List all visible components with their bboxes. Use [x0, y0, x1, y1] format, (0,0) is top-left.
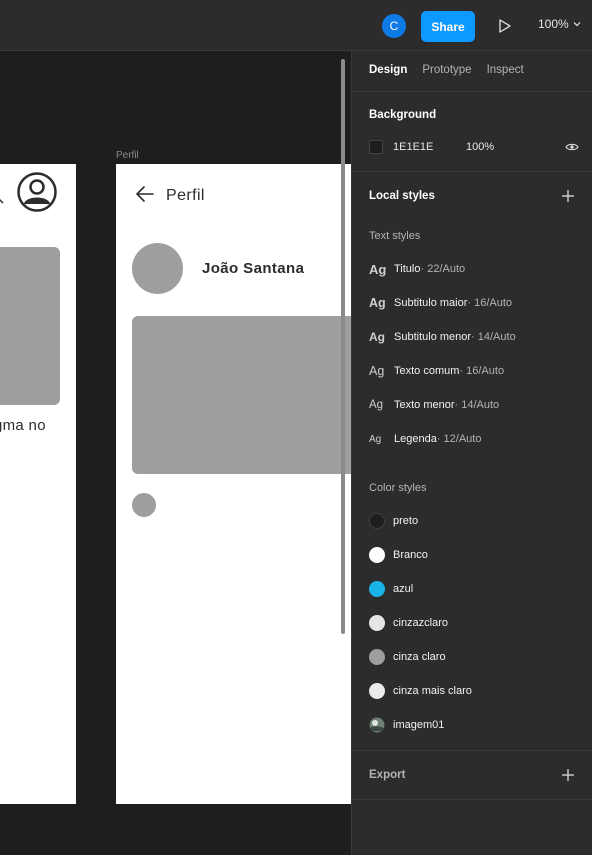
- zoom-level: 100%: [538, 17, 569, 31]
- background-opacity[interactable]: 100%: [466, 141, 565, 153]
- tab-inspect[interactable]: Inspect: [487, 64, 524, 76]
- export-title: Export: [369, 769, 406, 781]
- divider: [352, 171, 592, 172]
- divider: [352, 750, 592, 751]
- partial-text: gma no: [0, 417, 46, 434]
- text-style-item[interactable]: Ag Titulo · 22/Auto: [369, 261, 465, 277]
- local-styles-title: Local styles: [369, 190, 435, 202]
- share-button[interactable]: Share: [421, 11, 475, 42]
- text-styles-title: Text styles: [369, 230, 421, 242]
- text-style-name: Subtitulo maior: [394, 297, 468, 309]
- user-profile-icon: [17, 172, 57, 212]
- color-style-name: Branco: [393, 549, 428, 561]
- tab-prototype[interactable]: Prototype: [422, 64, 471, 76]
- color-style-name: imagem01: [393, 719, 445, 731]
- add-export-plus-icon[interactable]: [561, 768, 575, 782]
- frame-perfil[interactable]: Perfil João Santana: [116, 164, 351, 804]
- color-styles-title: Color styles: [369, 482, 427, 494]
- color-style-name: cinza mais claro: [393, 685, 472, 697]
- tab-design[interactable]: Design: [369, 64, 407, 76]
- color-style-item[interactable]: cinza claro: [369, 648, 446, 666]
- color-swatch: [369, 513, 385, 529]
- color-swatch: [369, 547, 385, 563]
- color-style-item[interactable]: cinzazclaro: [369, 614, 448, 632]
- arrow-left-icon: [136, 186, 154, 202]
- divider: [352, 91, 592, 92]
- properties-panel: Design Prototype Inspect Background 1E1E…: [351, 51, 592, 855]
- profile-avatar-placeholder: [132, 243, 183, 294]
- text-style-icon: Ag: [369, 261, 387, 277]
- color-style-name: cinza claro: [393, 651, 446, 663]
- text-style-meta: · 22/Auto: [420, 263, 466, 275]
- text-style-icon: Ag: [369, 399, 384, 411]
- text-style-item[interactable]: Ag Subtitulo maior · 16/Auto: [369, 295, 512, 311]
- text-style-icon: Ag: [369, 330, 385, 344]
- text-style-icon: Ag: [369, 364, 385, 378]
- design-canvas[interactable]: gma no Perfil Perfil João Santana: [0, 51, 351, 855]
- text-style-name: Texto comum: [394, 365, 460, 377]
- text-style-name: Subtitulo menor: [394, 331, 472, 343]
- color-swatch: [369, 615, 385, 631]
- color-style-name: azul: [393, 583, 414, 595]
- profile-name: João Santana: [202, 260, 305, 277]
- text-style-meta: · 14/Auto: [454, 399, 500, 411]
- small-avatar-placeholder: [132, 493, 156, 517]
- divider: [352, 799, 592, 800]
- background-title: Background: [369, 109, 437, 121]
- color-swatch: [369, 683, 385, 699]
- background-row[interactable]: 1E1E1E 100%: [369, 140, 579, 154]
- color-style-name: cinzazclaro: [393, 617, 449, 629]
- image-swatch-icon: [369, 717, 385, 733]
- text-style-item[interactable]: Ag Subtitulo menor · 14/Auto: [369, 329, 516, 345]
- add-style-plus-icon[interactable]: [561, 189, 575, 203]
- color-style-item[interactable]: Branco: [369, 546, 428, 564]
- present-play-icon[interactable]: [496, 16, 514, 36]
- text-style-name: Titulo: [394, 263, 421, 275]
- color-style-item[interactable]: preto: [369, 512, 418, 530]
- close-icon: [0, 198, 4, 204]
- chevron-down-icon: [573, 22, 581, 27]
- canvas-scrollbar[interactable]: [341, 59, 345, 634]
- text-style-item[interactable]: Ag Texto menor · 14/Auto: [369, 397, 499, 413]
- text-style-meta: · 16/Auto: [459, 365, 505, 377]
- color-swatch: [369, 649, 385, 665]
- image-placeholder-card: [0, 247, 60, 405]
- background-hex[interactable]: 1E1E1E: [393, 141, 466, 153]
- text-style-item[interactable]: Ag Legenda · 12/Auto: [369, 431, 481, 447]
- text-style-name: Texto menor: [394, 399, 455, 411]
- text-style-name: Legenda: [394, 433, 437, 445]
- text-style-icon: Ag: [369, 433, 382, 445]
- color-style-item[interactable]: azul: [369, 580, 413, 598]
- text-style-icon: Ag: [369, 296, 386, 310]
- text-style-item[interactable]: Ag Texto comum · 16/Auto: [369, 363, 504, 379]
- frame-label-perfil[interactable]: Perfil: [116, 150, 139, 161]
- color-swatch: [369, 581, 385, 597]
- frame-partial-left[interactable]: gma no: [0, 164, 76, 804]
- color-style-item[interactable]: imagem01: [369, 716, 444, 734]
- text-style-meta: · 16/Auto: [467, 297, 513, 309]
- eye-icon[interactable]: [565, 142, 579, 152]
- user-avatar[interactable]: C: [382, 14, 406, 38]
- background-swatch[interactable]: [369, 140, 383, 154]
- color-style-item[interactable]: cinza mais claro: [369, 682, 472, 700]
- text-style-meta: · 12/Auto: [436, 433, 482, 445]
- color-style-name: preto: [393, 515, 419, 527]
- image-placeholder-card: [132, 316, 351, 474]
- panel-tabs: Design Prototype Inspect: [369, 64, 524, 76]
- zoom-dropdown[interactable]: 100%: [538, 17, 581, 31]
- screen-title: Perfil: [166, 187, 205, 204]
- top-toolbar: C Share 100%: [0, 0, 592, 51]
- text-style-meta: · 14/Auto: [471, 331, 516, 343]
